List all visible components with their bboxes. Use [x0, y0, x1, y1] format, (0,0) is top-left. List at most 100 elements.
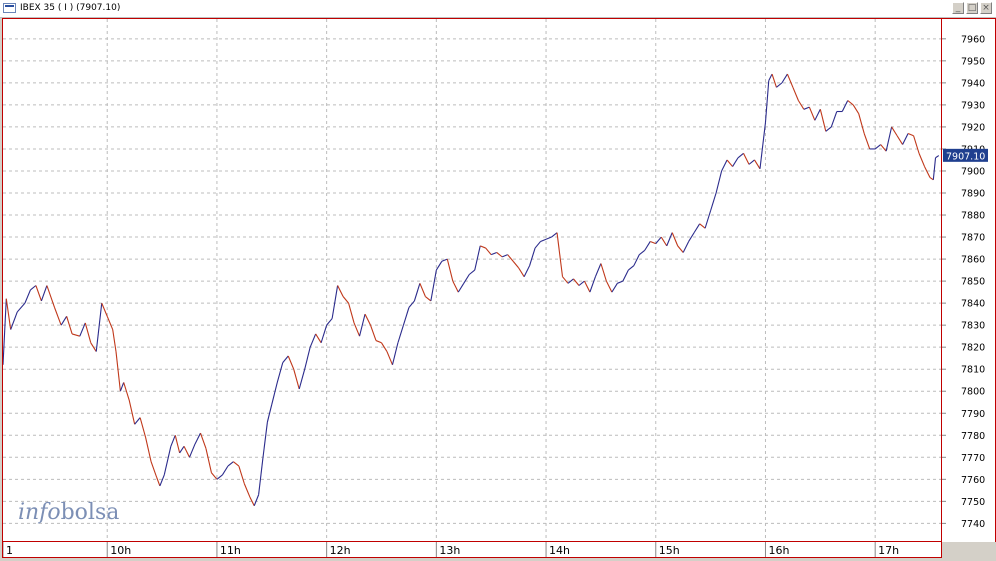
price-segment	[918, 153, 926, 167]
price-segment	[253, 494, 260, 506]
price-segment	[885, 126, 893, 152]
price-segment	[271, 382, 278, 405]
price-segment	[205, 448, 212, 473]
price-segment	[40, 285, 48, 302]
price-segment	[650, 240, 656, 245]
price-segment	[721, 159, 728, 172]
price-segment	[101, 302, 108, 317]
y-tick-label: 7800	[961, 387, 985, 398]
title-bar[interactable]: IBEX 35 ( I ) (7907.10) _ □ ×	[0, 0, 996, 18]
price-segment	[457, 283, 465, 293]
y-tick-label: 7810	[961, 365, 985, 376]
price-segment	[221, 465, 229, 476]
price-segment	[54, 307, 62, 326]
price-segment	[211, 472, 218, 480]
price-segment	[891, 126, 898, 137]
price-segment	[496, 252, 503, 258]
price-segment	[819, 109, 827, 132]
price-segment	[331, 285, 339, 319]
close-button[interactable]: ×	[980, 2, 992, 14]
price-segment	[677, 245, 684, 253]
price-segment	[666, 232, 673, 247]
price-segment	[671, 232, 679, 247]
price-segment	[337, 285, 344, 297]
price-segment	[24, 289, 31, 304]
price-segment	[348, 302, 355, 324]
price-segment	[326, 318, 333, 326]
price-segment	[534, 241, 541, 249]
price-segment	[145, 437, 152, 462]
price-segment	[10, 311, 18, 330]
price-segment	[737, 152, 744, 159]
chart-window: IBEX 35 ( I ) (7907.10) _ □ × 7740 7750 77…	[0, 0, 996, 561]
price-segment	[408, 300, 415, 308]
price-segment	[3, 298, 7, 365]
price-segment	[293, 369, 300, 390]
price-segment	[71, 333, 80, 337]
price-segment	[452, 280, 459, 293]
price-segment	[660, 236, 668, 247]
price-segment	[174, 435, 181, 454]
price-segment	[106, 316, 114, 330]
price-segment	[814, 109, 821, 121]
price-segment	[183, 446, 190, 458]
maximize-button[interactable]: □	[966, 2, 978, 14]
price-segment	[715, 170, 723, 194]
x-tick-label: 1	[6, 544, 13, 557]
price-segment	[474, 245, 481, 271]
y-tick-label: 7770	[961, 453, 985, 464]
price-segment	[781, 73, 788, 84]
price-segment	[768, 73, 773, 81]
price-segment	[233, 461, 240, 467]
price-segment	[179, 445, 185, 454]
x-tick-label: 16h	[768, 544, 789, 557]
y-tick-label: 7760	[961, 475, 985, 486]
price-segment	[704, 210, 712, 229]
x-tick-label: 12h	[330, 544, 351, 557]
price-segment	[562, 276, 569, 284]
price-segment	[375, 340, 382, 344]
price-segment	[95, 303, 103, 352]
price-segment	[315, 333, 322, 344]
price-segment	[830, 111, 838, 128]
price-segment	[771, 73, 777, 88]
price-segment	[446, 258, 454, 282]
price-segment	[743, 153, 750, 165]
price-segment	[413, 283, 421, 302]
x-axis-panel[interactable]: 1 10h 11h 12h 13h 14h 15h 16h 17h	[2, 542, 942, 558]
x-tick-label: 10h	[110, 544, 131, 557]
price-segment	[551, 232, 558, 238]
price-segment	[490, 251, 497, 256]
y-axis-panel[interactable]: 7740 7750 7760 7770 7780 7790 7800 7810 7820 7830…	[942, 18, 996, 542]
price-segment	[589, 276, 596, 293]
price-segment	[282, 355, 289, 363]
y-tick-label: 7900	[961, 166, 985, 177]
y-tick-label: 7870	[961, 233, 985, 244]
y-tick-label: 7740	[961, 519, 985, 530]
price-segment	[304, 347, 311, 370]
price-segment	[320, 324, 328, 343]
price-segment	[194, 432, 201, 445]
price-segment	[156, 476, 161, 487]
price-segment	[803, 106, 810, 110]
price-segment	[30, 285, 37, 291]
price-segment	[699, 223, 706, 229]
price-segment	[633, 254, 640, 266]
price-segment	[46, 285, 56, 308]
y-tick-label: 7830	[961, 321, 985, 332]
price-segment	[159, 474, 165, 487]
y-tick-label: 7780	[961, 431, 985, 442]
price-segment	[655, 236, 662, 245]
x-tick-label: 11h	[220, 544, 241, 557]
price-segment	[841, 100, 849, 112]
y-tick-label: 7930	[961, 100, 985, 111]
price-segment	[507, 254, 514, 262]
minimize-button[interactable]: _	[952, 2, 964, 14]
price-segment	[463, 274, 470, 284]
price-segment	[523, 265, 531, 277]
plot-area[interactable]	[2, 18, 942, 542]
y-tick-label: 7950	[961, 56, 985, 67]
price-segment	[617, 280, 624, 284]
price-segment	[227, 461, 234, 467]
price-segment	[852, 104, 860, 114]
